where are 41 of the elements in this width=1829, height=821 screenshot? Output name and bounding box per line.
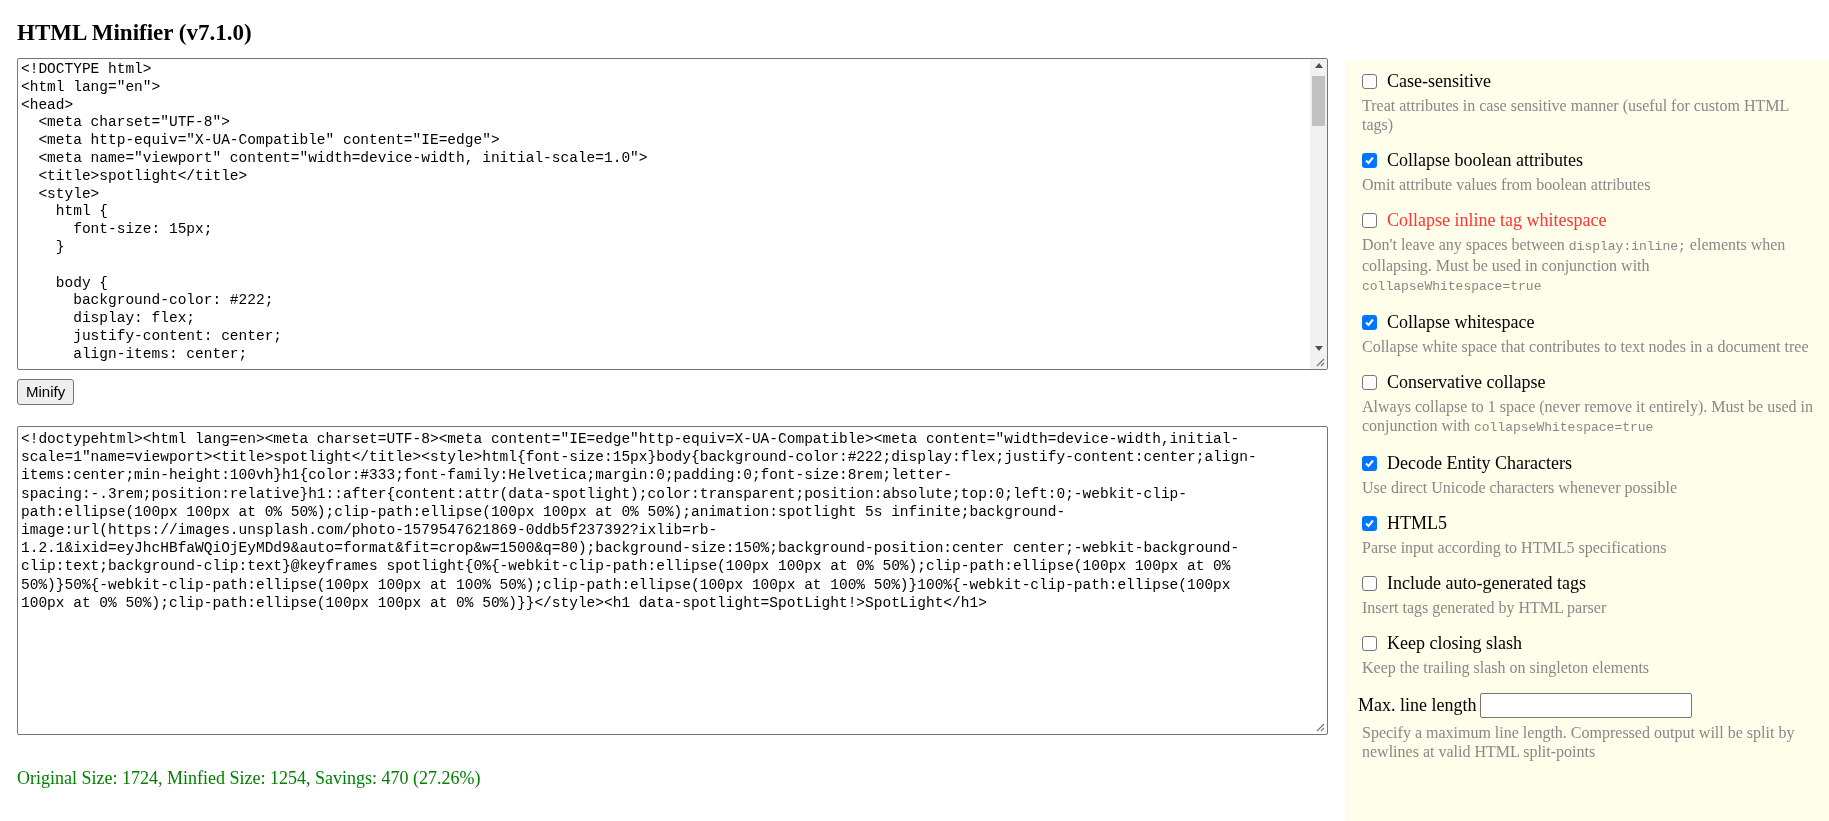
max-line-length-label: Max. line length — [1358, 694, 1477, 717]
option-label[interactable]: Collapse whitespace — [1387, 311, 1535, 333]
checkbox[interactable] — [1362, 455, 1377, 471]
html-input-field[interactable]: <!DOCTYPE html> <html lang="en"> <head> <meta charset="UTF-8"> <meta http-equiv="X-UA-Compatible" content="IE=edge"> <meta name="viewport" content="width=device-width, initial-scale=1.0"> <title>spotlight</title> <style> html { font-size: 15px; } body { background-color: #222; display: flex; justify-content: center; align-items: center; — [17, 58, 1328, 370]
resize-handle-icon[interactable] — [1315, 357, 1325, 367]
checkbox[interactable] — [1362, 515, 1377, 531]
option-description: Don't leave any spaces between display:inline; elements when collapsing. Must be used in conjunction with collapseWhitespace=true — [1362, 235, 1787, 296]
option-description: Use direct Unicode characters whenever possible — [1362, 478, 1678, 497]
size-summary: Original Size: 1724, Minfied Size: 1254, Savings: 470 (27.26%) — [17, 767, 481, 790]
minified-output-field[interactable]: <!doctypehtml><html lang=en><meta charset=UTF-8><meta content="IE=edge"http-equiv=X-UA-Compatible><meta content="width=device-width,initial- scale=1"name=viewport><title>spotlight</title><style>html{font-size:15px}body{background-color:#222;display:flex;justify-content:center;align- items:center;min-height:100vh}h1{color:#333;font-family:Helvetica;margin:0;padding:0;font-size:8rem;letter- spacing:-.3rem;position:relative}h1::after{content:attr(data-spotlight);color:transparent;position:absolute;top:0;left:0;-webkit-clip- path:ellipse(100px 100px at 0% 50%);clip-path:ellipse(100px 100px at 0% 50%);animation:spotlight 5s infinite;background- image:url(https://images.unsplash.com/photo-1579547621869-0ddb5f237392?ixlib=rb- 1.2.1&ixid=eyJhcHBfaWQiOjEyMDd9&auto=format&fit=crop&w=1500&q=80);background-size:150%;background-position:center center;-webkit-background- clip:text;background-clip:text}@keyframes spotlight{0%{-webkit-clip-path:ellipse(100px 100px at 0% 50%);clip-path:ellipse(100px 100px at 0% 50%)}50%{-webkit-clip-path:ellipse(100px 100px at 100% 50%);clip-path:ellipse(100px 100px at 100% 50%)}100%{-webkit-clip-path:ellipse(100px 100px at 0% 50%);clip-path:ellipse(100px 100px at 0% 50%)}}</style><h1 data-spotlight=SpotLight!>SpotLight</h1> — [17, 426, 1328, 735]
checkbox[interactable] — [1362, 374, 1377, 390]
max-line-length-field[interactable] — [1480, 693, 1693, 718]
checkbox[interactable] — [1362, 575, 1377, 591]
resize-handle-icon[interactable] — [1315, 722, 1325, 732]
checkbox[interactable] — [1362, 152, 1377, 168]
option-description: Always collapse to 1 space (never remove it entirely). Must be used in conjunction with collapseWhitespace=true — [1362, 397, 1814, 437]
option-description: Insert tags generated by HTML parser — [1362, 598, 1608, 617]
checkbox[interactable] — [1362, 314, 1377, 330]
option-description: Parse input according to HTML5 specifications — [1362, 538, 1668, 557]
option-label[interactable]: Conservative collapse — [1387, 371, 1546, 393]
checkbox[interactable] — [1362, 212, 1377, 228]
option-description: Keep the trailing slash on singleton elements — [1362, 658, 1651, 677]
option-description: Omit attribute values from boolean attributes — [1362, 175, 1652, 194]
scroll-up-icon[interactable] — [1314, 63, 1323, 68]
checkbox[interactable] — [1362, 73, 1377, 89]
option-label[interactable]: Case-sensitive — [1387, 70, 1491, 92]
scrollbar-thumb[interactable] — [1312, 76, 1325, 126]
option-description: Collapse white space that contributes to text nodes in a document tree — [1362, 337, 1810, 356]
scrollbar[interactable] — [1310, 59, 1327, 369]
option-label[interactable]: Decode Entity Characters — [1387, 452, 1572, 474]
option-label[interactable]: Include auto-generated tags — [1387, 572, 1586, 594]
scroll-down-icon[interactable] — [1314, 346, 1323, 351]
option-description: Specify a maximum line length. Compressed output will be split by newlines at valid HTML split-points — [1362, 723, 1796, 761]
option-description: Treat attributes in case sensitive manner (useful for custom HTML tags) — [1362, 96, 1790, 134]
checkbox[interactable] — [1362, 635, 1377, 651]
option-label[interactable]: Keep closing slash — [1387, 632, 1522, 654]
option-label[interactable]: Collapse inline tag whitespace — [1387, 209, 1607, 231]
option-label[interactable]: HTML5 — [1387, 512, 1447, 534]
option-label[interactable]: Collapse boolean attributes — [1387, 149, 1583, 171]
page-title: HTML Minifier (v7.1.0) — [17, 19, 252, 47]
minify-button[interactable]: Minify — [17, 379, 75, 405]
